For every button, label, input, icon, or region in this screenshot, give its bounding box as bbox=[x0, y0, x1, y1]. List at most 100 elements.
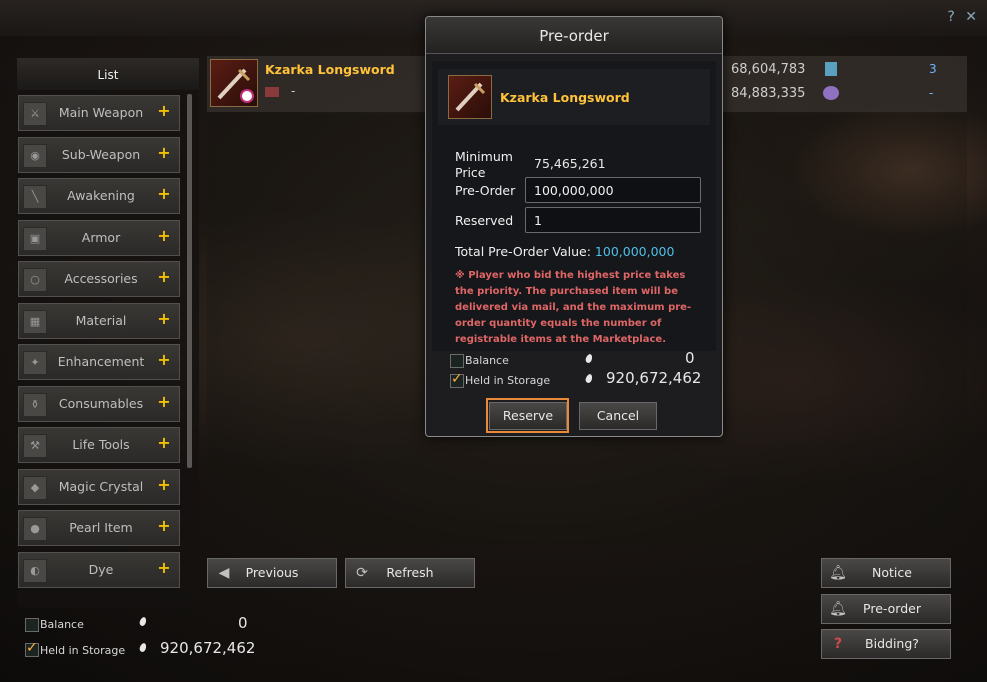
reserved-label: Reserved bbox=[455, 213, 514, 228]
stack-icon bbox=[265, 86, 279, 97]
expand-plus-icon[interactable]: + bbox=[157, 559, 171, 575]
awakening-weapon-icon: ╲ bbox=[23, 185, 47, 209]
dialog-title: Pre-order bbox=[426, 17, 722, 54]
category-accessories[interactable]: ○ Accessories + bbox=[18, 261, 180, 297]
balance-label: Balance bbox=[40, 618, 84, 631]
notice-button[interactable]: 🔔︎ Notice bbox=[821, 558, 951, 588]
dialog-item: Kzarka Longsword bbox=[438, 69, 710, 125]
total-value: 100,000,000 bbox=[594, 244, 675, 259]
cancel-button[interactable]: Cancel bbox=[579, 402, 657, 430]
expand-plus-icon[interactable]: + bbox=[157, 435, 171, 451]
category-awakening[interactable]: ╲ Awakening + bbox=[18, 178, 180, 214]
potion-icon: ⚱ bbox=[23, 392, 47, 417]
expand-plus-icon[interactable]: + bbox=[157, 476, 171, 492]
category-label: Life Tools bbox=[72, 437, 130, 452]
item-price-1: 68,604,783 bbox=[731, 62, 806, 77]
storage-value: 920,672,462 bbox=[160, 639, 256, 657]
dialog-body: Kzarka Longsword Minimum Price 75,465,26… bbox=[432, 61, 716, 351]
balance-value: 0 bbox=[238, 614, 248, 632]
total-label: Total Pre-Order Value: bbox=[455, 244, 591, 259]
min-price-label-2: Price bbox=[455, 165, 486, 180]
category-enhancement[interactable]: ✦ Enhancement + bbox=[18, 344, 180, 380]
category-life-tools[interactable]: ⚒ Life Tools + bbox=[18, 427, 180, 463]
category-armor[interactable]: ▣ Armor + bbox=[18, 219, 180, 256]
item-count-2: - bbox=[929, 86, 934, 100]
crystal-icon: ◆ bbox=[23, 475, 47, 500]
dialog-storage-checkbox[interactable] bbox=[450, 371, 464, 388]
item-name: Kzarka Longsword bbox=[265, 62, 395, 77]
preorder-price-input[interactable] bbox=[525, 177, 701, 203]
palette-icon: ◐ bbox=[23, 558, 47, 583]
ring-icon: ○ bbox=[23, 268, 47, 292]
expand-plus-icon[interactable]: + bbox=[157, 518, 171, 534]
preorder-button[interactable]: 🔔︎ Pre-order bbox=[821, 594, 951, 624]
bidding-help-button[interactable]: ? Bidding? bbox=[821, 629, 951, 659]
kzarka-longsword-icon bbox=[210, 59, 258, 107]
dialog-item-name: Kzarka Longsword bbox=[500, 90, 630, 105]
help-icon[interactable]: ? bbox=[947, 9, 954, 25]
preorder-warning-text: ※ Player who bid the highest price takes… bbox=[455, 270, 692, 345]
expand-plus-icon[interactable]: + bbox=[157, 227, 171, 243]
expand-plus-icon[interactable]: + bbox=[157, 352, 171, 368]
expand-plus-icon[interactable]: + bbox=[157, 269, 171, 285]
item-sub-value: - bbox=[291, 84, 296, 98]
preorder-price-label: Pre-Order bbox=[455, 183, 516, 198]
category-material[interactable]: ▦ Material + bbox=[18, 302, 180, 339]
silver-icon bbox=[584, 353, 594, 364]
refresh-button[interactable]: ⟳ Refresh bbox=[345, 558, 475, 588]
balance-checkbox[interactable] bbox=[25, 618, 39, 632]
min-price-label-1: Minimum bbox=[455, 149, 513, 164]
item-price-2: 84,883,335 bbox=[731, 86, 806, 101]
category-label: Armor bbox=[81, 229, 121, 245]
scroll-icon bbox=[825, 62, 837, 76]
pearl-icon: ● bbox=[23, 517, 47, 541]
category-main-weapon[interactable]: ⚔ Main Weapon + bbox=[18, 95, 180, 131]
kzarka-longsword-icon bbox=[448, 75, 492, 119]
storage-label: Held in Storage bbox=[40, 644, 126, 657]
category-label: Enhancement bbox=[57, 354, 145, 369]
sword-icon: ⚔ bbox=[23, 102, 47, 126]
category-dye[interactable]: ◐ Dye + bbox=[18, 551, 180, 588]
close-icon[interactable]: ✕ bbox=[965, 9, 977, 25]
tools-icon: ⚒ bbox=[23, 434, 47, 458]
dialog-storage-value: 920,672,462 bbox=[606, 369, 702, 387]
purple-bag-icon bbox=[823, 86, 839, 100]
preorder-dialog: Pre-order Kzarka Longsword Minimum Price… bbox=[425, 16, 723, 437]
category-label: Consumables bbox=[58, 395, 144, 411]
category-label: Magic Crystal bbox=[58, 478, 144, 494]
item-sub: - bbox=[265, 84, 295, 98]
category-sub-weapon[interactable]: ◉ Sub-Weapon + bbox=[18, 136, 180, 173]
category-label: Pearl Item bbox=[69, 520, 133, 535]
dialog-storage-label: Held in Storage bbox=[465, 374, 551, 387]
previous-button[interactable]: ◀ Previous bbox=[207, 558, 337, 588]
category-label: Material bbox=[75, 312, 127, 328]
expand-plus-icon[interactable]: + bbox=[157, 144, 171, 160]
reserved-quantity-input[interactable] bbox=[525, 207, 701, 233]
category-pearl-item[interactable]: ● Pearl Item + bbox=[18, 510, 180, 546]
shield-icon: ◉ bbox=[23, 143, 47, 168]
armor-icon: ▣ bbox=[23, 226, 47, 251]
expand-plus-icon[interactable]: + bbox=[157, 103, 171, 119]
enhancement-icon: ✦ bbox=[23, 351, 47, 375]
item-count-1: 3 bbox=[929, 62, 937, 76]
reserve-button-highlight bbox=[486, 398, 569, 433]
min-price-value: 75,465,261 bbox=[534, 156, 606, 171]
category-label: Awakening bbox=[67, 188, 135, 203]
dialog-balance-label: Balance bbox=[465, 354, 509, 367]
category-label: Dye bbox=[88, 561, 114, 577]
category-label: Accessories bbox=[64, 271, 138, 286]
dialog-balance-value: 0 bbox=[685, 349, 695, 367]
category-consumables[interactable]: ⚱ Consumables + bbox=[18, 385, 180, 422]
category-label: Main Weapon bbox=[58, 105, 144, 120]
category-label: Sub-Weapon bbox=[61, 146, 141, 162]
expand-plus-icon[interactable]: + bbox=[157, 393, 171, 409]
dialog-balance-checkbox[interactable] bbox=[450, 354, 464, 368]
material-icon: ▦ bbox=[23, 309, 47, 334]
total-preorder-value: Total Pre-Order Value: 100,000,000 bbox=[455, 244, 674, 259]
list-scrollbar[interactable] bbox=[187, 94, 192, 468]
expand-plus-icon[interactable]: + bbox=[157, 186, 171, 202]
category-magic-crystal[interactable]: ◆ Magic Crystal + bbox=[18, 468, 180, 505]
storage-checkbox[interactable] bbox=[25, 640, 39, 657]
silver-icon bbox=[584, 373, 594, 384]
expand-plus-icon[interactable]: + bbox=[157, 310, 171, 326]
